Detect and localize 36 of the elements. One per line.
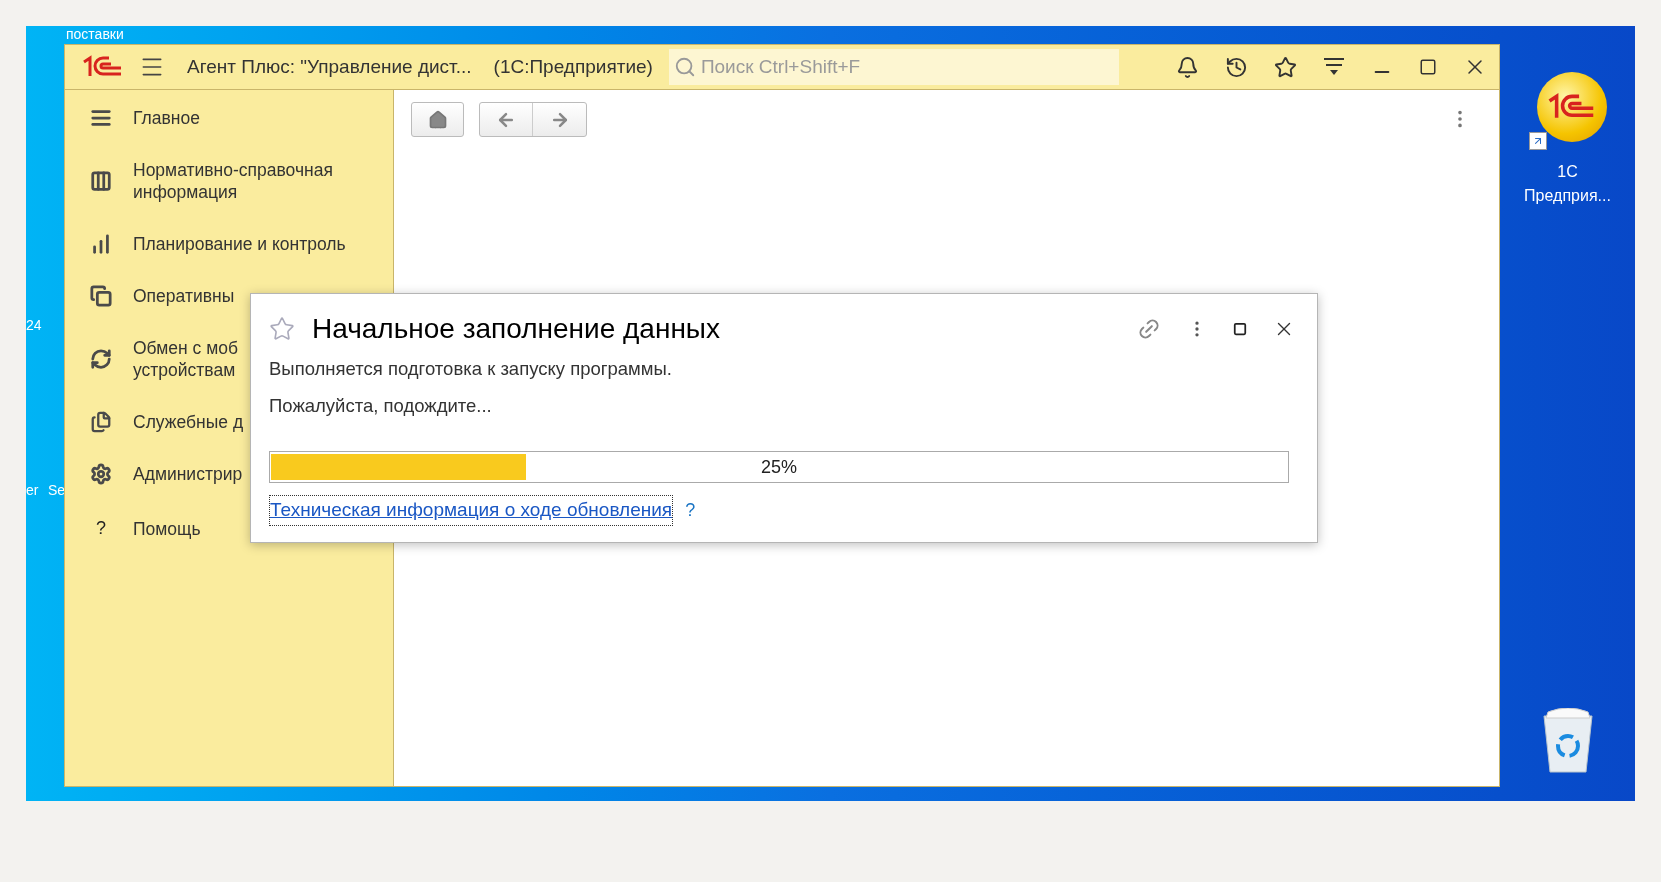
shortcut-label[interactable]: 1С Предприя... xyxy=(1512,160,1623,208)
documents-icon xyxy=(90,411,112,433)
search-icon xyxy=(673,56,696,78)
sidebar-item[interactable]: Нормативно-справочная информация xyxy=(89,144,393,218)
dialog-title: Начальное заполнение данных xyxy=(312,312,720,346)
home-icon xyxy=(427,109,448,130)
bell-icon[interactable] xyxy=(1176,55,1199,79)
history-icon[interactable] xyxy=(1225,55,1248,79)
filter-lines-icon[interactable] xyxy=(1323,57,1345,77)
window-title: Агент Плюс: "Управление дист... xyxy=(187,54,472,79)
maximize-icon[interactable] xyxy=(1419,58,1437,76)
help-link[interactable]: ? xyxy=(685,496,696,524)
favorite-star-icon[interactable] xyxy=(269,316,295,342)
maximize-icon[interactable] xyxy=(1233,322,1247,336)
sidebar-item[interactable]: Планирование и контроль xyxy=(89,218,393,270)
favorites-icon[interactable] xyxy=(1274,55,1297,79)
settings-icon xyxy=(90,463,112,485)
desktop-label: Se xyxy=(48,483,66,497)
help-glyph: ? xyxy=(95,517,107,540)
desktop-label: 24 xyxy=(26,318,42,332)
desktop-label: er xyxy=(26,483,39,497)
home-button[interactable] xyxy=(411,102,464,137)
desktop-label: поставки xyxy=(66,26,124,42)
list-icon xyxy=(90,107,112,129)
refresh-icon xyxy=(90,348,112,370)
technical-info-link[interactable]: Техническая информация о ходе обновления xyxy=(269,495,674,526)
sidebar-item[interactable]: Главное xyxy=(89,92,393,144)
message-text: Пожалуйста, подождите... xyxy=(269,395,493,417)
documents-icon xyxy=(90,285,112,307)
bar-chart-icon xyxy=(90,233,112,255)
search-field[interactable]: Поиск Ctrl+Shift+F xyxy=(668,49,1119,85)
columns-icon xyxy=(90,170,112,192)
window-subtitle: (1С:Предприятие) xyxy=(493,54,653,79)
progress-reading: 25% xyxy=(761,455,797,479)
shortcut-badge-icon xyxy=(1528,132,1547,150)
message-text: Выполняется подготовка к запуску программы. xyxy=(269,358,673,380)
